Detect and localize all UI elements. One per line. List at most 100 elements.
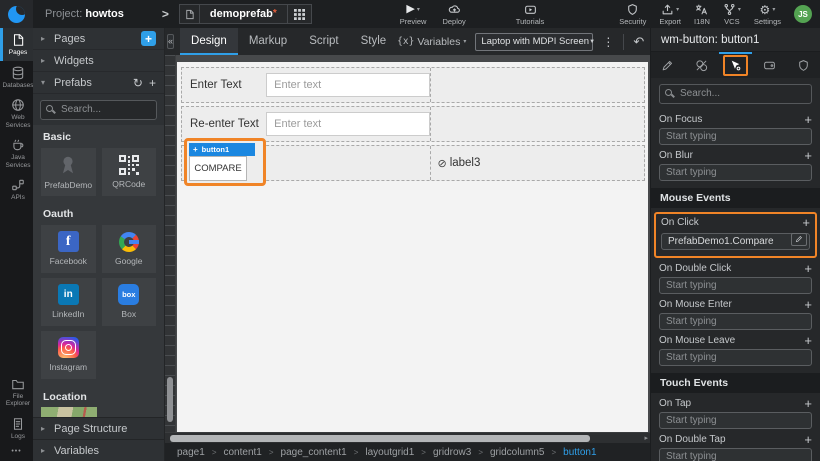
add-action-icon[interactable]: + — [804, 433, 812, 446]
rail-item-java-services[interactable]: Java Services — [0, 133, 33, 173]
edit-action-button[interactable] — [791, 233, 807, 246]
chevron-right-icon: > — [162, 7, 169, 21]
add-action-icon[interactable]: + — [804, 113, 812, 126]
accordion-page-structure[interactable]: ▸ Page Structure — [33, 417, 164, 439]
prefab-tile-qrcode[interactable]: QRCode — [102, 148, 157, 196]
map-tile[interactable] — [41, 407, 97, 418]
grid-row-3[interactable]: + button1 COMPARE ⊘ label3 — [181, 145, 645, 181]
on-mouse-leave-input[interactable] — [659, 349, 812, 366]
prefab-tile-linkedin[interactable]: in LinkedIn — [41, 278, 96, 326]
tab-style[interactable]: Style — [350, 28, 398, 55]
text-input-1[interactable] — [266, 73, 430, 97]
tab-events[interactable] — [719, 52, 753, 78]
add-action-icon[interactable]: + — [804, 334, 812, 347]
undo-icon[interactable]: ↶ — [633, 35, 644, 48]
on-tap-input[interactable] — [659, 412, 812, 429]
page-tab-demoprefab[interactable]: demoprefab* — [179, 4, 312, 24]
tab-security[interactable] — [786, 52, 820, 78]
api-icon — [11, 178, 25, 192]
tutorials-button[interactable]: Tutorials — [516, 3, 544, 26]
accordion-pages[interactable]: ▸ Pages + — [33, 28, 164, 50]
breadcrumb-page-content1[interactable]: page_content1 — [281, 447, 347, 458]
accordion-variables[interactable]: ▸ Variables — [33, 439, 164, 461]
add-action-icon[interactable]: + — [804, 298, 812, 311]
widget-selection-bar[interactable]: + button1 — [189, 143, 255, 156]
on-blur-input[interactable] — [659, 164, 812, 181]
refresh-icon[interactable]: ↻ — [133, 76, 143, 90]
add-page-button[interactable]: + — [141, 31, 156, 46]
horizontal-scrollbar[interactable]: ▸ — [165, 432, 650, 443]
tab-properties[interactable] — [651, 52, 685, 78]
page-tab-label: demoprefab — [210, 8, 273, 20]
add-prefab-icon[interactable]: + — [149, 76, 156, 90]
add-action-icon[interactable]: + — [804, 149, 812, 162]
prefab-search — [33, 94, 164, 125]
breadcrumb-content1[interactable]: content1 — [223, 447, 261, 458]
add-action-icon[interactable]: + — [804, 397, 812, 410]
grid-row-1[interactable]: Enter Text — [181, 67, 645, 103]
label3-widget[interactable]: ⊘ label3 — [437, 157, 480, 170]
horizontal-scrollbar-thumb[interactable] — [170, 435, 590, 442]
on-double-click-input[interactable] — [659, 277, 812, 294]
more-options-icon[interactable]: ••• — [0, 444, 33, 461]
text-input-2[interactable] — [266, 112, 430, 136]
page-canvas[interactable]: Enter Text Re-enter Text — [177, 62, 648, 432]
event-on-tap: On Tap+ — [659, 397, 812, 429]
prefab-tile-instagram[interactable]: Instagram — [41, 331, 96, 379]
breadcrumb-page1[interactable]: page1 — [177, 447, 205, 458]
chevron-down-icon: ▾ — [417, 7, 420, 13]
vcs-button[interactable]: ▾ VCS — [723, 3, 741, 26]
settings-button[interactable]: ⚙▾ Settings — [754, 3, 781, 26]
rail-item-file-explorer[interactable]: File Explorer — [0, 372, 33, 412]
export-button[interactable]: ▾ Export — [659, 3, 681, 26]
breadcrumb-gridcolumn5[interactable]: gridcolumn5 — [490, 447, 544, 458]
rail-item-databases[interactable]: Databases — [0, 61, 33, 94]
accordion-widgets[interactable]: ▸ Widgets — [33, 50, 164, 72]
grid-row-2[interactable]: Re-enter Text — [181, 106, 645, 142]
rail-item-logs[interactable]: Logs — [0, 412, 33, 445]
vertical-scrollbar-thumb[interactable] — [167, 377, 173, 422]
prefab-tile-facebook[interactable]: f Facebook — [41, 225, 96, 273]
rail-item-web-services[interactable]: Web Services — [0, 93, 33, 133]
prefab-list: Basic PrefabDemo QRCode Oauth f Face — [33, 125, 164, 418]
on-mouse-enter-input[interactable] — [659, 313, 812, 330]
add-action-icon[interactable]: + — [802, 216, 810, 229]
accordion-prefabs[interactable]: ▾ Prefabs ↻ + — [33, 72, 164, 94]
tab-script[interactable]: Script — [298, 28, 349, 55]
i18n-button[interactable]: I18N — [694, 3, 710, 26]
tab-markup[interactable]: Markup — [238, 28, 298, 55]
preview-button[interactable]: ▶▾ Preview — [400, 3, 427, 26]
events-search-input[interactable] — [659, 84, 812, 104]
add-action-icon[interactable]: + — [804, 262, 812, 275]
rail-item-apis[interactable]: APIs — [0, 173, 33, 206]
wavemaker-logo[interactable] — [0, 0, 33, 28]
grid-view-icon[interactable] — [287, 5, 311, 23]
breadcrumb: page1 > content1 > page_content1 > layou… — [165, 443, 650, 461]
breadcrumb-layoutgrid1[interactable]: layoutgrid1 — [365, 447, 414, 458]
tab-device[interactable] — [752, 52, 786, 78]
tab-design[interactable]: Design — [180, 28, 238, 55]
prefab-tile-box[interactable]: box Box — [102, 278, 157, 326]
prefab-tile-prefabdemo[interactable]: PrefabDemo — [41, 148, 96, 196]
breadcrumb-button1[interactable]: button1 — [563, 447, 596, 458]
on-click-input[interactable] — [661, 233, 810, 250]
collapse-left-panel-button[interactable]: « — [167, 34, 174, 49]
variables-button[interactable]: {x} Variables ▾ — [397, 36, 466, 48]
scroll-right-arrow[interactable]: ▸ — [644, 434, 648, 442]
kebab-menu-icon[interactable]: ⋮ — [602, 35, 614, 49]
security-button[interactable]: Security — [619, 3, 646, 26]
prefab-tile-google[interactable]: Google — [102, 225, 157, 273]
on-focus-input[interactable] — [659, 128, 812, 145]
breadcrumb-gridrow3[interactable]: gridrow3 — [433, 447, 471, 458]
linkedin-icon: in — [58, 284, 79, 305]
cloud-upload-icon — [448, 3, 461, 16]
tab-styles[interactable] — [685, 52, 719, 78]
compare-button[interactable]: COMPARE — [189, 156, 247, 181]
deploy-button[interactable]: Deploy — [442, 3, 465, 26]
device-select[interactable]: Laptop with MDPI Screen ▼ — [475, 33, 593, 51]
chevron-right-icon: ▸ — [41, 424, 48, 433]
rail-item-pages[interactable]: Pages — [0, 28, 33, 61]
prefab-search-input[interactable] — [40, 100, 157, 120]
on-double-tap-input[interactable] — [659, 448, 812, 461]
user-avatar[interactable]: JS — [794, 5, 812, 23]
